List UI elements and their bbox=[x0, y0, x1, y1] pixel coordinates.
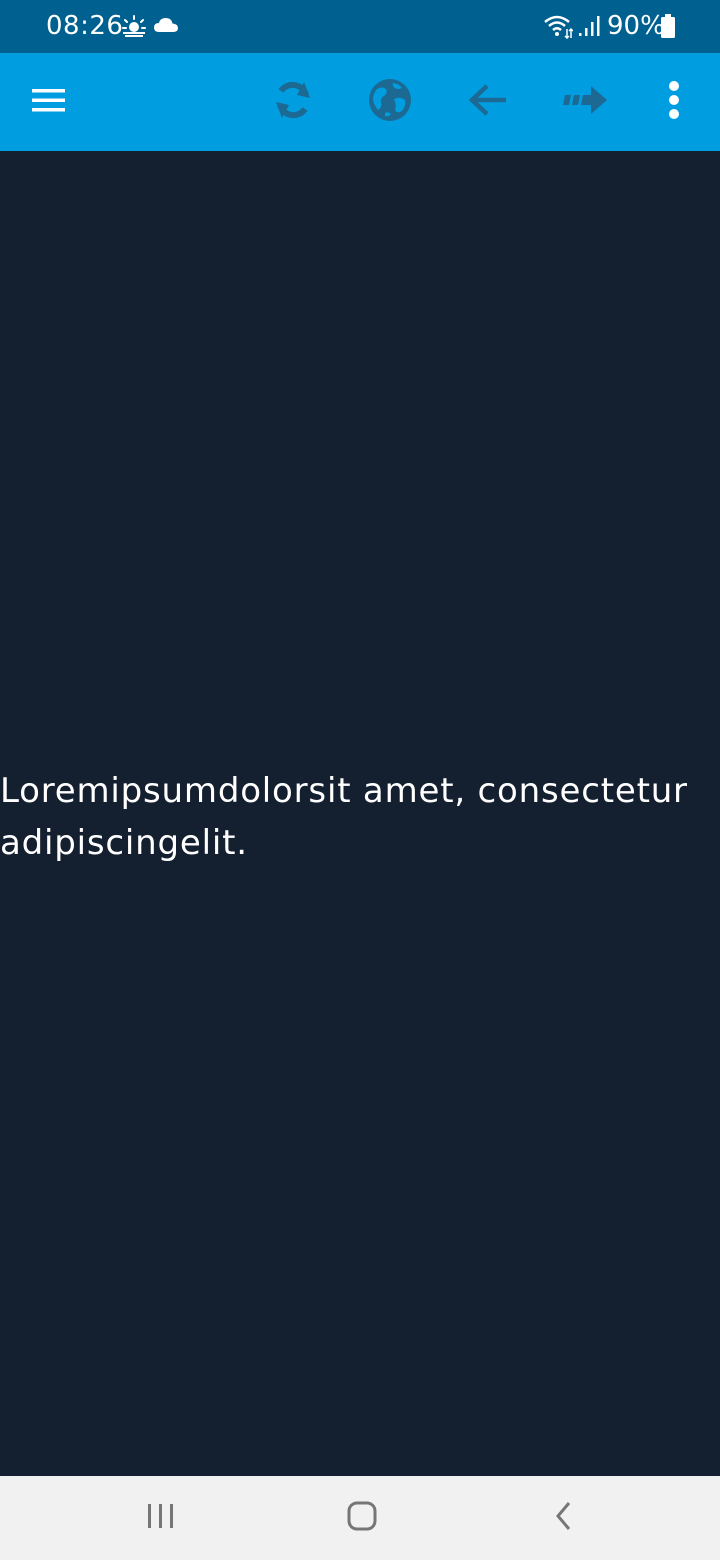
forward-button[interactable] bbox=[551, 53, 621, 151]
more-options-button[interactable] bbox=[639, 53, 709, 151]
weather-sun-icon bbox=[121, 14, 147, 43]
home-button[interactable] bbox=[302, 1476, 422, 1560]
web-content: Loremipsumdolorsit amet, consectetur adi… bbox=[0, 151, 720, 1476]
globe-button[interactable] bbox=[355, 53, 425, 151]
globe-icon bbox=[367, 77, 413, 128]
home-icon bbox=[346, 1500, 378, 1537]
forward-arrow-icon bbox=[563, 82, 609, 123]
status-time: 08:26 bbox=[46, 11, 124, 41]
battery-icon bbox=[660, 14, 676, 43]
back-arrow-icon bbox=[466, 82, 510, 123]
back-button[interactable] bbox=[453, 53, 523, 151]
menu-button[interactable] bbox=[14, 53, 84, 151]
recent-apps-button[interactable] bbox=[101, 1476, 221, 1560]
refresh-icon bbox=[271, 78, 315, 127]
cloud-icon bbox=[153, 16, 179, 39]
nav-back-button[interactable] bbox=[504, 1476, 624, 1560]
refresh-button[interactable] bbox=[258, 53, 328, 151]
menu-icon bbox=[31, 86, 67, 119]
signal-icon bbox=[578, 14, 602, 43]
app-toolbar bbox=[0, 53, 720, 151]
system-nav-bar bbox=[0, 1476, 720, 1560]
wifi-icon bbox=[543, 13, 574, 44]
back-icon bbox=[553, 1500, 575, 1537]
more-vert-icon bbox=[667, 80, 681, 125]
battery-percent: 90% bbox=[607, 11, 665, 41]
recent-apps-icon bbox=[146, 1502, 176, 1535]
status-bar: 08:26 90% bbox=[0, 0, 720, 53]
content-paragraph: Loremipsumdolorsit amet, consectetur adi… bbox=[0, 771, 688, 863]
